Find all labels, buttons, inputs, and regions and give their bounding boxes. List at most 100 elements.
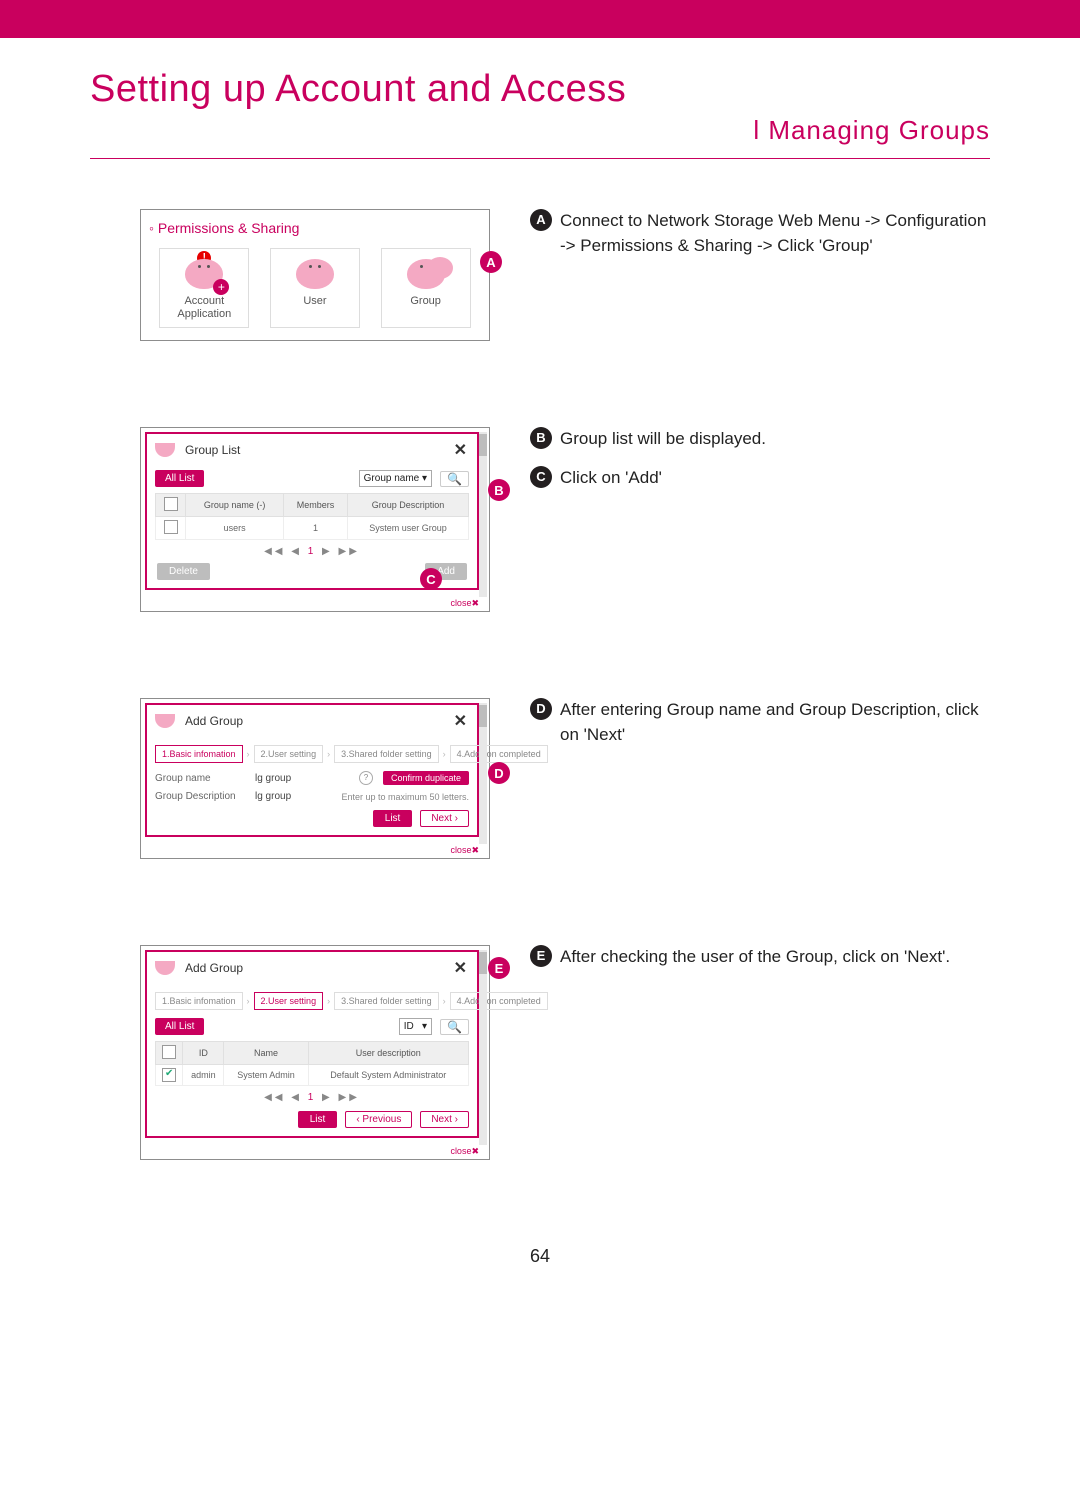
crumb-shared-folder[interactable]: 3.Shared folder setting (334, 745, 439, 763)
next-button[interactable]: Next › (420, 810, 469, 827)
col-description: Group Description (347, 494, 468, 517)
step-c-text: Click on 'Add' (560, 466, 662, 491)
close-icon[interactable]: ✕ (454, 958, 467, 978)
col-id: ID (183, 1042, 224, 1065)
scrollbar-thumb[interactable] (479, 952, 487, 974)
step-a-text: Connect to Network Storage Web Menu -> C… (560, 209, 990, 258)
card-user[interactable]: User (270, 248, 360, 328)
close-bar[interactable]: close✖ (141, 1144, 489, 1159)
content-area: Setting up Account and Access l Managing… (0, 38, 1080, 1267)
account-blob-icon: + (185, 259, 223, 289)
group-blob-dup-icon (427, 257, 453, 279)
row-checkbox[interactable] (162, 1068, 176, 1082)
step-e-text: After checking the user of the Group, cl… (560, 945, 950, 970)
cell-members: 1 (284, 517, 348, 540)
callout-b-marker: B (488, 479, 510, 501)
crumb-basic-info[interactable]: 1.Basic infomation (155, 992, 243, 1010)
dialog-header: Group List ✕ (147, 434, 477, 466)
user-setting-dialog: Add Group ✕ 1.Basic infomation› 2.User s… (140, 945, 490, 1160)
dialog-header: Add Group ✕ (147, 705, 477, 737)
page: Setting up Account and Access l Managing… (0, 0, 1080, 1511)
permissions-panel-title: Permissions & Sharing (149, 220, 481, 236)
wizard-steps: 1.Basic infomation› 2.User setting› 3.Sh… (155, 745, 469, 763)
value-group-name[interactable]: lg group (255, 773, 291, 784)
value-group-description[interactable]: lg group (255, 791, 291, 802)
search-icon[interactable]: 🔍 (440, 1019, 469, 1035)
scrollbar[interactable] (479, 950, 487, 1145)
list-button[interactable]: List (298, 1111, 338, 1128)
scrollbar-thumb[interactable] (479, 705, 487, 727)
previous-button[interactable]: ‹ Previous (345, 1111, 412, 1128)
delete-button[interactable]: Delete (157, 563, 210, 580)
callout-d-marker: D (488, 762, 510, 784)
step-bc-description: BGroup list will be displayed. CClick on… (530, 427, 990, 612)
label-group-description: Group Description (155, 791, 245, 802)
card-group[interactable]: Group (381, 248, 471, 328)
table-row[interactable]: admin System Admin Default System Admini… (156, 1065, 469, 1086)
screenshot-add-group: Add Group ✕ 1.Basic infomation› 2.User s… (140, 698, 500, 859)
col-name: Name (224, 1042, 308, 1065)
step-e-description: E After checking the user of the Group, c… (530, 945, 990, 1160)
step-d-text: After entering Group name and Group Desc… (560, 698, 990, 747)
page-title: Setting up Account and Access (90, 68, 990, 111)
crumb-completed[interactable]: 4.Addition completed (450, 745, 548, 763)
step-e-badge: E (530, 945, 552, 967)
page-subtitle: l Managing Groups (90, 115, 990, 146)
cell-group-name: users (186, 517, 284, 540)
close-icon[interactable]: ✕ (454, 711, 467, 731)
step-a-description: A Connect to Network Storage Web Menu -> … (530, 209, 990, 341)
step-d-description: D After entering Group name and Group Des… (530, 698, 990, 859)
close-bar[interactable]: close✖ (141, 596, 489, 611)
screenshot-group-list: Group List ✕ All List Group name ▾ 🔍 (140, 427, 500, 612)
step-a-badge: A (530, 209, 552, 231)
cell-description: System user Group (347, 517, 468, 540)
pagination[interactable]: ◀◀ ◀ 1 ▶ ▶▶ (155, 1092, 469, 1103)
filter-select[interactable]: Group name ▾ (359, 470, 432, 487)
user-table: ID Name User description admin System Ad… (155, 1041, 469, 1086)
confirm-duplicate-button[interactable]: Confirm duplicate (383, 771, 469, 785)
crumb-user-setting[interactable]: 2.User setting (254, 745, 324, 763)
crumb-basic-info[interactable]: 1.Basic infomation (155, 745, 243, 763)
label-group-name: Group name (155, 773, 245, 784)
user-blob-icon (296, 259, 334, 289)
step-d-row: Add Group ✕ 1.Basic infomation› 2.User s… (90, 698, 990, 859)
scrollbar[interactable] (479, 703, 487, 844)
select-all-checkbox[interactable] (162, 1045, 176, 1059)
select-all-checkbox[interactable] (164, 497, 178, 511)
wizard-steps: 1.Basic infomation› 2.User setting› 3.Sh… (155, 992, 469, 1010)
search-icon[interactable]: 🔍 (440, 471, 469, 487)
header-bar (0, 0, 1080, 38)
cell-id: admin (183, 1065, 224, 1086)
list-button[interactable]: List (373, 810, 413, 827)
next-button[interactable]: Next › (420, 1111, 469, 1128)
close-icon[interactable]: ✕ (454, 440, 467, 460)
row-checkbox[interactable] (164, 520, 178, 534)
dialog-title: Add Group (185, 714, 243, 728)
cell-name: System Admin (224, 1065, 308, 1086)
max-letters-hint: Enter up to maximum 50 letters. (341, 792, 469, 802)
close-bar[interactable]: close✖ (141, 843, 489, 858)
plus-icon: + (213, 279, 229, 295)
id-filter-select[interactable]: ID ▾ (399, 1018, 432, 1035)
crumb-user-setting[interactable]: 2.User setting (254, 992, 324, 1010)
all-list-tab[interactable]: All List (155, 470, 204, 487)
permissions-cards: ! + Account Application User Group (149, 248, 481, 328)
pagination[interactable]: ◀◀ ◀ 1 ▶ ▶▶ (155, 546, 469, 557)
step-a-row: Permissions & Sharing ! + Account Applic… (90, 209, 990, 341)
callout-a-marker: A (480, 251, 502, 273)
step-c-badge: C (530, 466, 552, 488)
step-e-row: Add Group ✕ 1.Basic infomation› 2.User s… (90, 945, 990, 1160)
help-icon[interactable]: ? (359, 771, 373, 785)
card-account-application[interactable]: ! + Account Application (159, 248, 249, 328)
scrollbar[interactable] (479, 432, 487, 597)
step-d-badge: D (530, 698, 552, 720)
crumb-shared-folder[interactable]: 3.Shared folder setting (334, 992, 439, 1010)
dialog-title: Group List (185, 443, 240, 457)
group-icon (155, 714, 175, 728)
crumb-completed[interactable]: 4.Addition completed (450, 992, 548, 1010)
scrollbar-thumb[interactable] (479, 434, 487, 456)
all-list-tab[interactable]: All List (155, 1018, 204, 1035)
table-row[interactable]: users 1 System user Group (156, 517, 469, 540)
group-table: Group name (-) Members Group Description… (155, 493, 469, 540)
card-label: Account Application (164, 295, 244, 321)
